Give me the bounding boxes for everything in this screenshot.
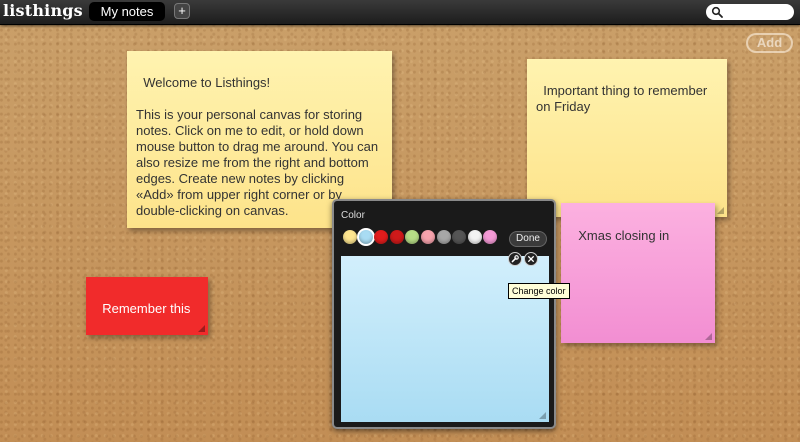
note-text: Remember this [102,301,191,316]
app-logo[interactable]: listhings [3,1,83,20]
color-swatch[interactable] [452,230,467,244]
note-edit-area[interactable] [341,256,549,422]
color-swatch[interactable] [436,230,451,244]
tab-my-notes[interactable]: My notes [89,2,165,21]
done-button[interactable]: Done [509,231,547,247]
resize-grip-icon[interactable] [717,207,724,214]
tooltip: Change color [508,283,570,299]
resize-grip-icon[interactable] [539,412,546,419]
note-important[interactable]: Important thing to remember on Friday [527,59,727,217]
note-xmas[interactable]: Xmas closing in [561,203,715,343]
note-text: Xmas closing in [578,228,670,243]
color-swatch[interactable] [358,230,373,244]
color-panel-title: Color [341,210,365,221]
note-remember[interactable]: Remember this [86,277,208,335]
add-note-button[interactable]: Add [746,33,793,53]
search-input[interactable] [726,5,788,19]
top-bar: listhings My notes + [0,0,800,25]
color-swatch[interactable] [389,230,404,244]
note-text: Important thing to remember on Friday [536,83,711,114]
color-swatch[interactable] [483,230,498,244]
add-tab-button[interactable]: + [174,3,190,19]
color-panel: Color Done [332,199,556,429]
note-text: Welcome to Listhings! This is your perso… [136,75,379,218]
color-swatch[interactable] [343,230,357,244]
color-swatch[interactable] [405,230,420,244]
resize-grip-icon[interactable] [198,325,205,332]
wrench-icon[interactable] [508,252,522,266]
search-icon [711,6,723,18]
color-swatch[interactable] [467,230,482,244]
color-swatch[interactable] [421,230,435,244]
close-icon[interactable] [524,252,538,266]
color-swatch[interactable] [374,230,389,244]
resize-grip-icon[interactable] [705,333,712,340]
search-box[interactable] [706,4,794,20]
